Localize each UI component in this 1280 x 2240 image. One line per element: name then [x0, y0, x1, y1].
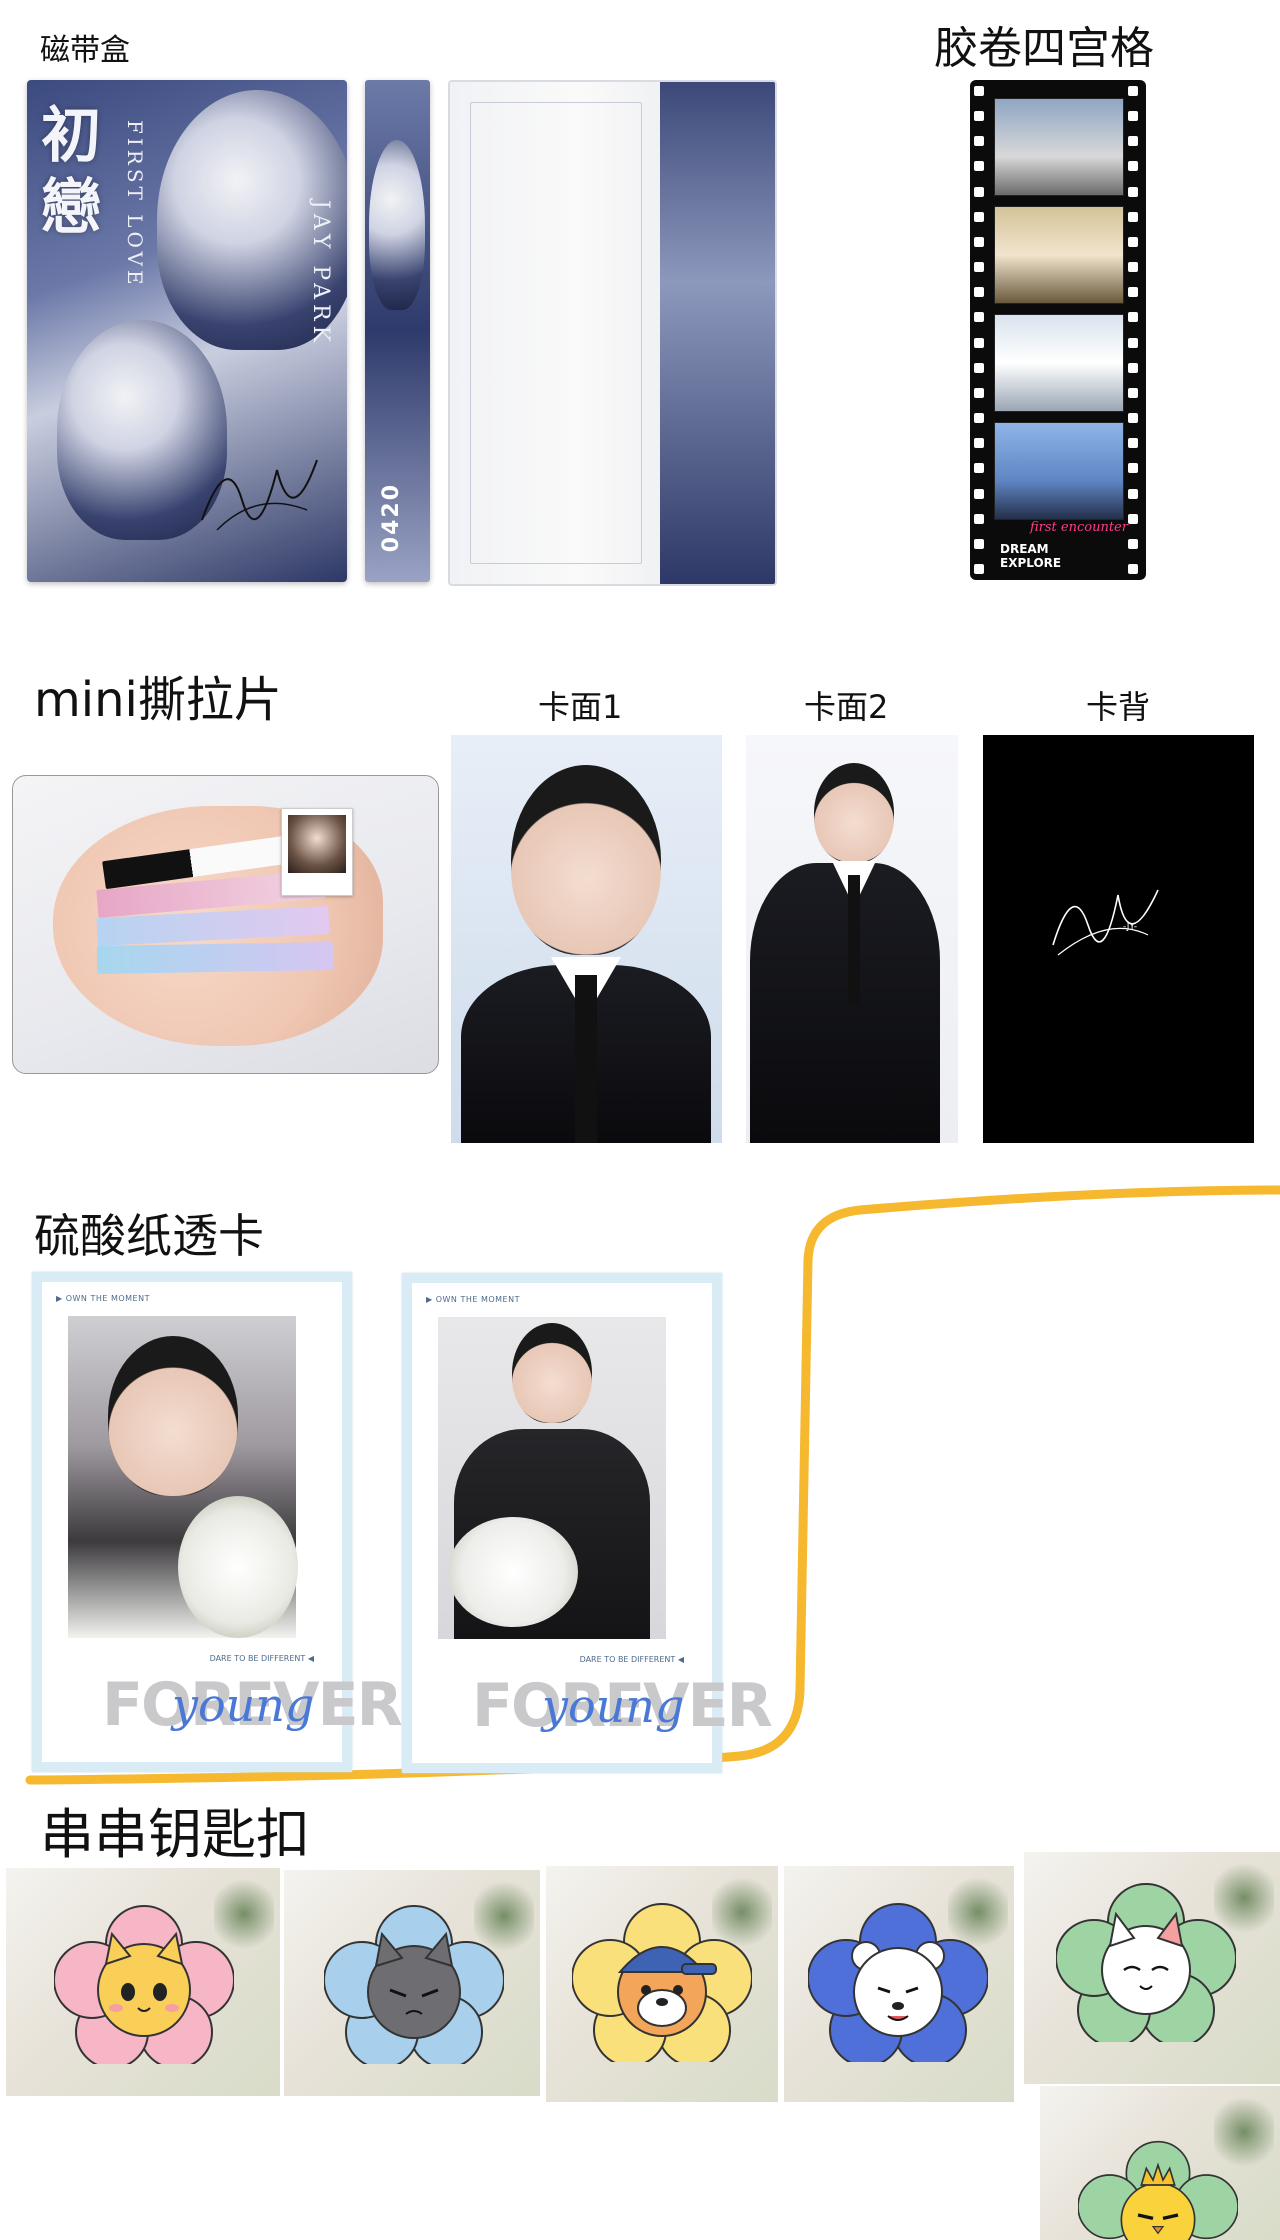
card-back: -JY- [983, 735, 1254, 1143]
cf1-tie [575, 975, 597, 1143]
cassette-spine: 0420 [365, 80, 430, 582]
film-script-text: first encounter [1030, 520, 1128, 535]
keychain-tile-6 [1040, 2086, 1280, 2240]
film-caption-1: DREAM [1000, 542, 1049, 556]
trans-label: 硫酸纸透卡 [34, 1209, 264, 1263]
dog-cap-icon [572, 1903, 752, 2062]
card-face-2 [746, 735, 958, 1143]
film-caption-2: EXPLORE [1000, 556, 1062, 570]
card-face-1 [451, 735, 722, 1143]
keychain-tile-3 [546, 1866, 778, 2102]
card-face-2-label: 卡面2 [804, 688, 889, 726]
film-frame-2 [994, 206, 1124, 304]
film-holes-left [974, 86, 988, 574]
keychain-tile-2 [284, 1870, 540, 2096]
chick-crown-icon [1078, 2140, 1238, 2240]
cassette-front-cover: 初戀 FIRST LOVE JAY PARK [27, 80, 347, 582]
film-frame-4 [994, 422, 1124, 520]
cover-title-en: FIRST LOVE [123, 120, 147, 289]
cover-title-cn: 初戀 [41, 101, 101, 243]
case-inner-photo [660, 82, 775, 584]
trans-photo-2 [438, 1317, 666, 1639]
cf1-head [511, 765, 661, 955]
cover-artist: JAY PARK [308, 200, 333, 348]
dare-text: DARE TO BE DIFFERENT ◀ [209, 1654, 314, 1663]
film-label: 胶卷四宫格 [934, 23, 1154, 74]
cat-green-icon [1056, 1883, 1236, 2042]
young-text: young [542, 1679, 685, 1733]
card-face-1-label: 卡面1 [538, 688, 623, 726]
owm-text: ▶ OWN THE MOMENT [426, 1295, 520, 1304]
trans-photo-1 [68, 1316, 298, 1638]
spine-portrait [369, 140, 425, 310]
stub-4 [96, 941, 334, 975]
keychain-tile-1 [6, 1868, 280, 2096]
dare-text: DARE TO BE DIFFERENT ◀ [579, 1655, 684, 1664]
signature-icon [1052, 889, 1159, 956]
signature-icon [201, 459, 318, 531]
film-frame-3 [994, 314, 1124, 412]
owm-text: ▶ OWN THE MOMENT [56, 1294, 150, 1303]
keychain-label: 串串钥匙扣 [40, 1803, 310, 1866]
cassette-case [448, 80, 777, 586]
cat-gray-icon [324, 1905, 504, 2064]
cf2-head [814, 763, 894, 863]
cf2-tie [848, 875, 860, 1005]
film-frame-1 [994, 98, 1124, 196]
mini-label: mini撕拉片 [34, 672, 282, 728]
cat-orange-icon [54, 1905, 234, 2064]
film-strip: first encounter DREAM EXPLORE [970, 80, 1146, 580]
keychain-tile-5 [1024, 1852, 1280, 2084]
trans-card-2: ▶ OWN THE MOMENT DARE TO BE DIFFERENT ◀ … [402, 1273, 773, 1773]
case-slot [470, 102, 642, 564]
cf2-suit [750, 863, 940, 1143]
bear-white-icon [808, 1903, 988, 2062]
mini-photo [12, 775, 439, 1074]
card-back-label: 卡背 [1086, 688, 1151, 726]
young-text: young [172, 1678, 315, 1732]
mini-polaroid [281, 808, 353, 896]
spine-text: 0420 [379, 482, 404, 552]
keychain-tile-4 [784, 1866, 1014, 2102]
film-holes-right [1128, 86, 1142, 574]
card-back-text: -JY- [1123, 922, 1138, 932]
trans-card-1: ▶ OWN THE MOMENT DARE TO BE DIFFERENT ◀ … [32, 1272, 403, 1772]
cassette-label: 磁带盒 [40, 33, 130, 68]
